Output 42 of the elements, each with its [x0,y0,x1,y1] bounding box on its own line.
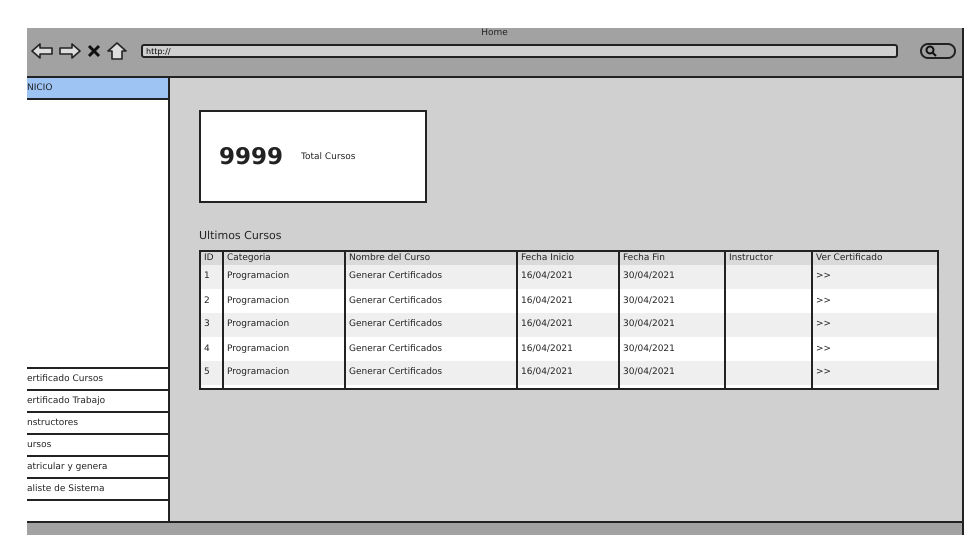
view-link[interactable]: >> [816,271,832,281]
table-cell: 16/04/2021 [521,344,573,354]
view-link[interactable]: >> [816,367,832,377]
table-cell: 16/04/2021 [521,319,573,329]
table-cell: Programacion [227,296,290,306]
table-cell: 16/04/2021 [521,296,573,306]
table-cell: 30/04/2021 [623,296,675,306]
back-arrow-icon[interactable] [31,42,53,60]
table-cell: Programacion [227,319,290,329]
table-cell: 4 [204,344,210,354]
column-header: Ver Certificado [815,252,884,265]
search-field[interactable] [920,43,956,59]
table-cell: 16/04/2021 [521,271,573,281]
table-cell: Programacion [227,344,290,354]
table-cell: Generar Certificados [349,344,442,354]
table-cell: 30/04/2021 [623,367,675,377]
table-cell: Generar Certificados [349,296,442,306]
forward-arrow-icon[interactable] [59,42,81,60]
table-cell: 3 [204,319,210,329]
table-cell: Programacion [227,367,290,377]
table-title: Ultimos Cursos [199,229,283,242]
total-count: 9999 [219,144,284,170]
view-link[interactable]: >> [816,296,832,306]
table-cell: 30/04/2021 [623,271,675,281]
sidebar-item[interactable]: NICIO [27,78,168,100]
card-label: Total Cursos [301,152,356,162]
close-icon[interactable] [87,44,101,58]
window-title: Home [481,28,508,40]
table-cell: Generar Certificados [349,367,442,377]
table-cell: Programacion [227,271,290,281]
search-icon [925,45,937,57]
table-cell: 30/04/2021 [623,319,675,329]
table-cell: Generar Certificados [349,271,442,281]
view-link[interactable]: >> [816,319,832,329]
table-cell: 1 [204,271,210,281]
table-cell: 5 [204,367,210,377]
table-cell: 2 [204,296,210,306]
address-field[interactable]: http:// [141,44,898,58]
view-link[interactable]: >> [816,344,832,354]
table-cell: 30/04/2021 [623,344,675,354]
table-cell: 16/04/2021 [521,367,573,377]
table-cell: Generar Certificados [349,319,442,329]
